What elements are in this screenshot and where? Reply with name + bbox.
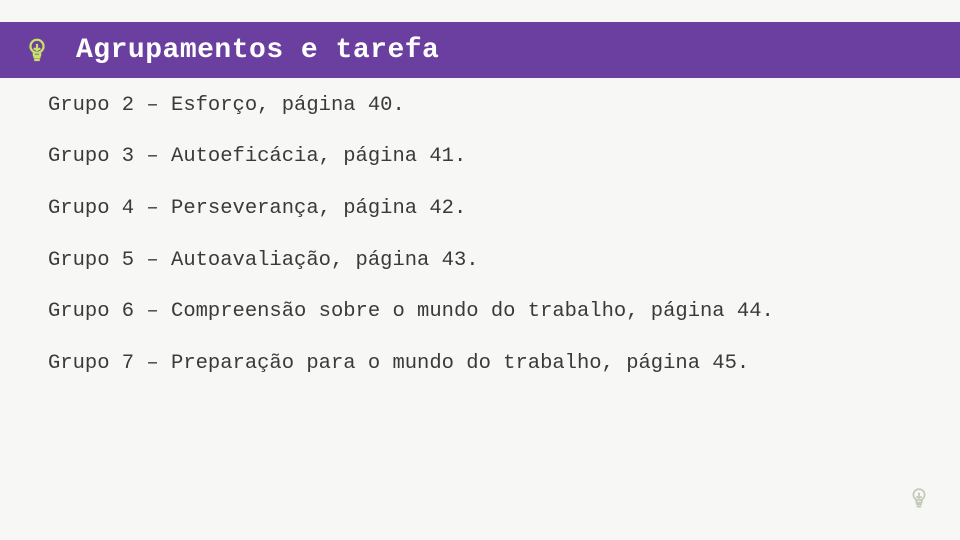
group-line-4: Grupo 4 – Perseverança, página 42. (48, 183, 920, 235)
group-line-7: Grupo 7 – Preparação para o mundo do tra… (48, 338, 920, 390)
slide-body: Grupo 1 – Determinação, página 39. Grupo… (48, 28, 920, 390)
group-line-6: Grupo 6 – Compreensão sobre o mundo do t… (48, 286, 920, 338)
group-line-3: Grupo 3 – Autoeficácia, página 41. (48, 131, 920, 183)
group-line-5: Grupo 5 – Autoavaliação, página 43. (48, 235, 920, 287)
slide-title: Agrupamentos e tarefa (76, 35, 439, 66)
group-line-2: Grupo 2 – Esforço, página 40. (48, 80, 920, 132)
title-bar: Agrupamentos e tarefa (0, 22, 960, 78)
footer-lightbulb-icon (906, 485, 932, 516)
lightbulb-icon (22, 35, 52, 65)
